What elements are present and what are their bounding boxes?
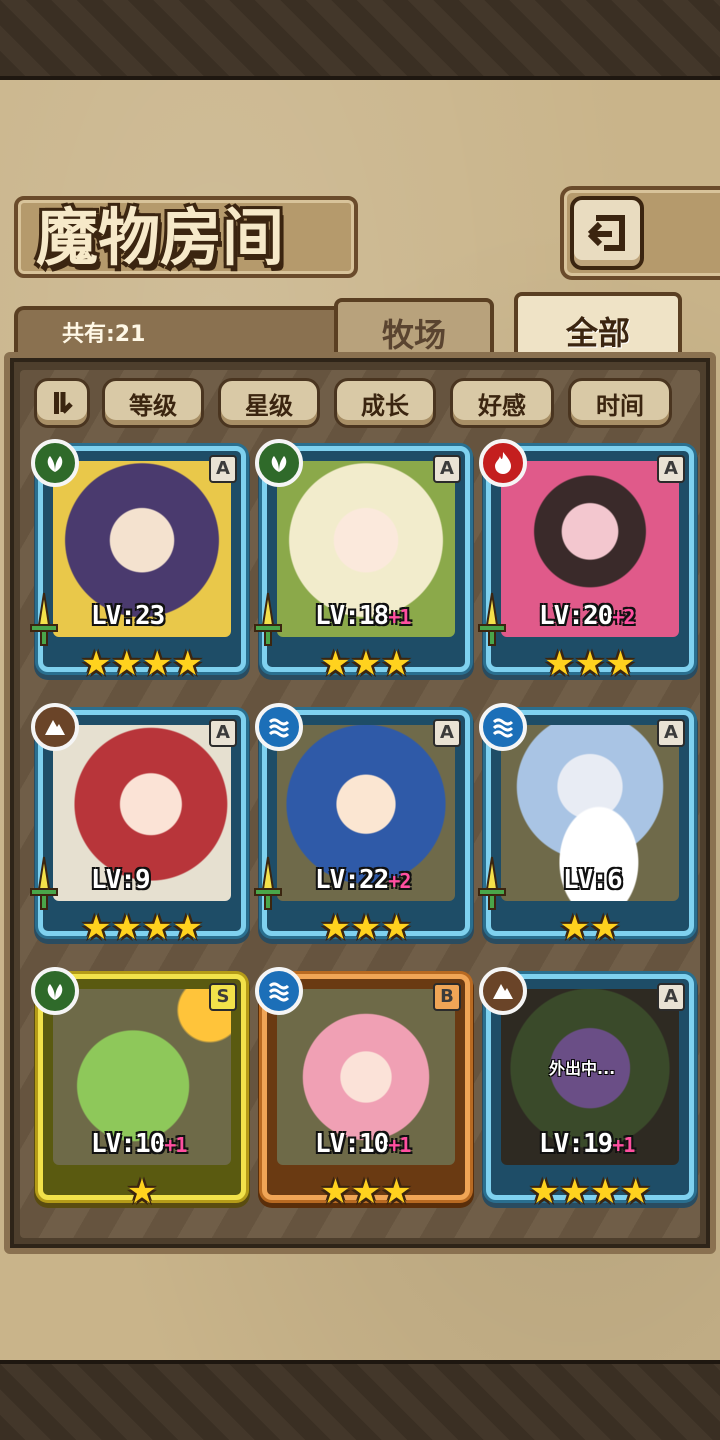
monster-level: LV:18+1 xyxy=(315,601,411,631)
star-icon: ★ xyxy=(605,644,636,684)
grass-element-icon xyxy=(31,967,79,1015)
monster-card[interactable]: A LV:9 ★ ★ ★ ★ xyxy=(30,703,246,945)
earth-element-icon xyxy=(31,703,79,751)
monster-card[interactable]: A LV:20+2 ★ ★ ★ xyxy=(478,439,694,681)
star-icon: ★ xyxy=(559,908,590,948)
sword-icon xyxy=(254,592,282,646)
monster-card[interactable]: A LV:18+1 ★ ★ ★ xyxy=(254,439,470,681)
star-icon: ★ xyxy=(529,1172,560,1212)
monster-level: LV:6 xyxy=(563,865,623,895)
star-icon: ★ xyxy=(81,644,112,684)
monster-card[interactable]: A LV:23 ★ ★ ★ ★ xyxy=(30,439,246,681)
monster-card[interactable]: A LV:22+2 ★ ★ ★ xyxy=(254,703,470,945)
star-icon: ★ xyxy=(320,644,351,684)
star-rating: ★ ★ ★ ★ xyxy=(43,911,241,945)
sword-icon xyxy=(30,592,58,646)
star-icon: ★ xyxy=(81,908,112,948)
monster-card[interactable]: A LV:6 ★ ★ xyxy=(478,703,694,945)
monster-level: LV:22+2 xyxy=(315,865,411,895)
rarity-badge: S xyxy=(209,983,237,1011)
star-icon: ★ xyxy=(111,644,142,684)
rarity-badge: A xyxy=(657,983,685,1011)
star-rating: ★ ★ ★ xyxy=(491,647,689,681)
rarity-badge: A xyxy=(433,719,461,747)
monster-level: LV:9 xyxy=(91,865,151,895)
star-icon: ★ xyxy=(320,1172,351,1212)
grass-element-icon xyxy=(31,439,79,487)
star-rating: ★ ★ ★ ★ xyxy=(491,1175,689,1209)
star-rating: ★ ★ ★ xyxy=(267,911,465,945)
monster-level: LV:20+2 xyxy=(539,601,635,631)
star-icon: ★ xyxy=(172,644,203,684)
star-icon: ★ xyxy=(126,1172,158,1212)
monster-card[interactable]: S LV:10+1 ★ xyxy=(31,967,246,1209)
return-arrow-icon xyxy=(587,215,625,251)
star-icon: ★ xyxy=(559,1172,590,1212)
star-icon: ★ xyxy=(350,644,382,684)
rarity-badge: A xyxy=(209,455,237,483)
star-rating: ★ ★ ★ xyxy=(267,1175,465,1209)
monster-card[interactable]: B LV:10+1 ★ ★ ★ xyxy=(255,967,470,1209)
grass-element-icon xyxy=(255,439,303,487)
earth-element-icon xyxy=(479,967,527,1015)
star-icon: ★ xyxy=(350,1172,382,1212)
star-icon: ★ xyxy=(381,908,412,948)
fire-element-icon xyxy=(479,439,527,487)
sort-order-toggle[interactable] xyxy=(34,378,90,428)
sword-icon xyxy=(254,856,282,910)
sort-by-star-button[interactable]: 星级 xyxy=(218,378,320,428)
water-element-icon xyxy=(479,703,527,751)
star-rating: ★ ★ ★ ★ xyxy=(43,647,241,681)
star-icon: ★ xyxy=(590,908,621,948)
monster-level: LV:10+1 xyxy=(91,1129,187,1159)
star-icon: ★ xyxy=(381,1172,412,1212)
monster-level: LV:19+1 xyxy=(539,1129,635,1159)
star-icon: ★ xyxy=(142,644,173,684)
top-decor-band xyxy=(0,0,720,80)
sort-direction-icon xyxy=(54,392,73,414)
rarity-badge: B xyxy=(433,983,461,1011)
star-icon: ★ xyxy=(590,1172,621,1212)
sort-by-time-button[interactable]: 时间 xyxy=(568,378,672,428)
water-element-icon xyxy=(255,703,303,751)
rarity-badge: A xyxy=(433,455,461,483)
sort-by-level-button[interactable]: 等级 xyxy=(102,378,204,428)
star-icon: ★ xyxy=(142,908,173,948)
star-icon: ★ xyxy=(172,908,203,948)
sword-icon xyxy=(478,592,506,646)
sword-icon xyxy=(478,856,506,910)
water-element-icon xyxy=(255,967,303,1015)
star-rating: ★ ★ ★ xyxy=(267,647,465,681)
star-icon: ★ xyxy=(350,908,382,948)
sort-by-affection-button[interactable]: 好感 xyxy=(450,378,554,428)
rarity-badge: A xyxy=(209,719,237,747)
bottom-decor-band xyxy=(0,1360,720,1440)
star-icon: ★ xyxy=(320,908,351,948)
monster-level: LV:23 xyxy=(91,601,165,631)
star-icon: ★ xyxy=(544,644,575,684)
monster-level: LV:10+1 xyxy=(315,1129,411,1159)
sort-by-growth-button[interactable]: 成长 xyxy=(334,378,436,428)
rarity-badge: A xyxy=(657,455,685,483)
page-title: 魔物房间 xyxy=(36,201,285,274)
star-icon: ★ xyxy=(620,1172,651,1212)
back-button[interactable] xyxy=(570,196,644,270)
star-icon: ★ xyxy=(111,908,142,948)
star-rating: ★ xyxy=(43,1175,241,1209)
rarity-badge: A xyxy=(657,719,685,747)
star-icon: ★ xyxy=(381,644,412,684)
star-icon: ★ xyxy=(574,644,606,684)
monster-count: 共有:21 xyxy=(62,322,146,347)
star-rating: ★ ★ xyxy=(491,911,689,945)
away-status: 外出中... xyxy=(549,1059,616,1078)
monster-card[interactable]: A 外出中... LV:19+1 ★ ★ ★ ★ xyxy=(479,967,694,1209)
sword-icon xyxy=(30,856,58,910)
